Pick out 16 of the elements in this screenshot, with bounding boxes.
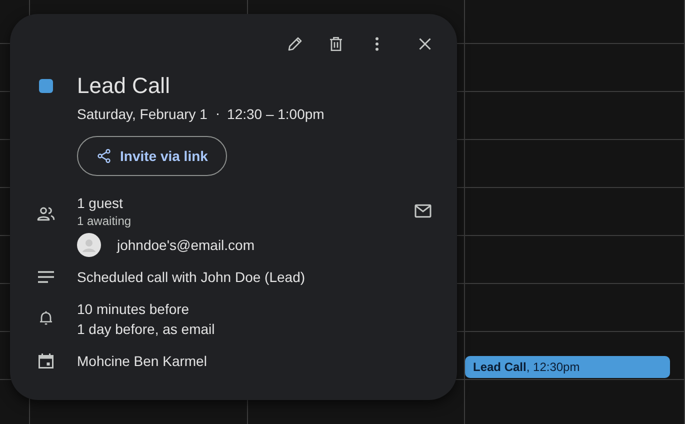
avatar-icon bbox=[77, 233, 101, 257]
event-time: Saturday, February 1 ⋅ 12:30 – 1:00pm bbox=[77, 105, 326, 124]
description-icon bbox=[37, 270, 55, 284]
guest-email: johndoe's@email.com bbox=[117, 236, 255, 255]
share-icon bbox=[96, 148, 112, 164]
reminder: 10 minutes before bbox=[77, 300, 190, 319]
bell-icon bbox=[37, 309, 55, 327]
reminder: 1 day before, as email bbox=[77, 320, 216, 339]
calendar-owner: Mohcine Ben Karmel bbox=[77, 352, 207, 371]
guest-count: 1 guest bbox=[77, 194, 124, 213]
calendar-icon bbox=[37, 352, 55, 370]
event-title: Lead Call bbox=[77, 72, 171, 100]
event-chip[interactable]: Lead Call, 12:30pm bbox=[465, 356, 670, 378]
guest-status: 1 awaiting bbox=[77, 213, 132, 229]
invite-button[interactable]: Invite via link bbox=[77, 136, 227, 176]
event-description: Scheduled call with John Doe (Lead) bbox=[77, 268, 306, 287]
